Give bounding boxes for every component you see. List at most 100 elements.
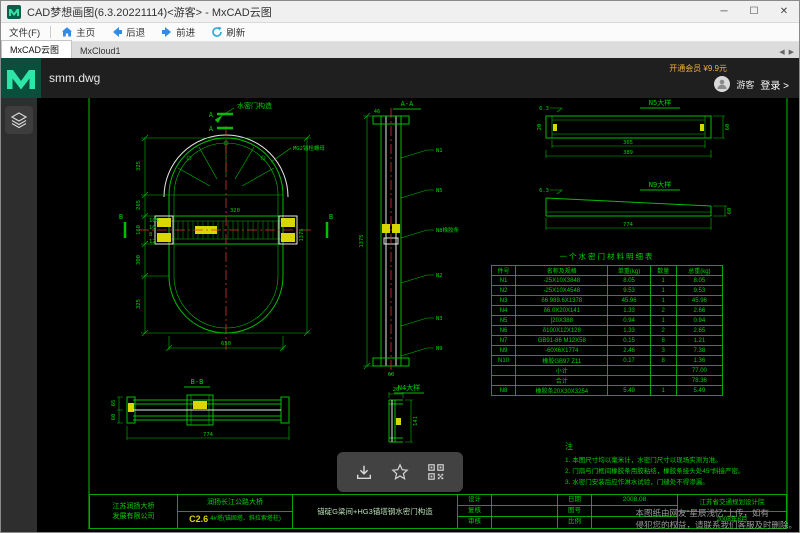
tab-mxcloud1[interactable]: MxCloud1 — [72, 44, 133, 58]
project-code-row: C2.6 4#塔(锚固塔、斜拉索塔柱) — [178, 512, 292, 529]
download-button[interactable] — [355, 463, 373, 481]
table-cell: 5.49 — [608, 386, 650, 396]
dim-label: 46 — [374, 109, 381, 115]
login-button[interactable]: 登录 > — [760, 77, 789, 92]
table-header: 总重(kg) — [676, 266, 722, 276]
table-cell: 45.96 — [608, 296, 650, 306]
weld-label: 6.3 — [539, 106, 549, 112]
table-cell: 1 — [650, 316, 676, 326]
promo-text[interactable]: 开通会员 ¥9.9元 — [669, 63, 727, 74]
dim-label: 60 — [111, 414, 117, 421]
table-header: 名称及规格 — [516, 266, 608, 276]
table-cell: 橡胶条20X30X3254 — [516, 386, 608, 396]
favorite-button[interactable] — [391, 463, 409, 481]
user-area: 游客 登录 > — [714, 76, 789, 92]
sign-label: 设计 — [458, 495, 492, 505]
detail-n5-view: N5大样 6.3 365 389 60 20 — [537, 98, 731, 158]
table-cell: 2.66 — [676, 306, 722, 316]
table-cell — [492, 376, 516, 386]
tab-mxcad-cloud[interactable]: MxCAD云图 — [1, 40, 72, 58]
table-cell: 9.53 — [676, 286, 722, 296]
menu-home[interactable]: 主页 — [53, 23, 103, 41]
watermark-line1: 本图纸由网友"星辰浅忆"上传，如有 — [635, 508, 797, 520]
titleblock-sheet-title: 锚碇G梁间+HG3锚塔钢水密门构造 — [293, 495, 458, 528]
drawing-canvas[interactable]: 325 265 160 300 325 105 10 8 12 320 650 … — [37, 98, 800, 533]
table-cell: 45.96 — [676, 296, 722, 306]
table-cell: 0.94 — [676, 316, 722, 326]
table-cell — [650, 366, 676, 376]
dim-label: 10 — [149, 225, 156, 231]
menu-file-label: 文件(F) — [9, 25, 40, 39]
notes-body: 1. 本图尺寸均以毫米计，水密门尺寸以现场实测为准。2. 门扇与门框间橡胶条用胶… — [565, 455, 783, 488]
sign-value — [492, 495, 557, 505]
dim-label: 8 — [149, 232, 152, 238]
table-header: 数量 — [650, 266, 676, 276]
dim-label: 160 — [136, 225, 142, 235]
main-door-view: 325 265 160 300 325 105 10 8 12 320 650 … — [119, 101, 333, 351]
tab-bar: MxCAD云图 MxCloud1 ◀ ▶ — [1, 42, 799, 58]
table-cell: 1 — [650, 296, 676, 306]
menu-bar: 文件(F) 主页 后退 前进 刷新 — [1, 23, 799, 42]
table-cell: -60X6X1774 — [516, 346, 608, 356]
table-cell: 8.05 — [676, 276, 722, 286]
watermark: 本图纸由网友"星辰浅忆"上传，如有 侵犯您的权益，请联系我们客服及时删除。 — [635, 508, 797, 532]
close-button[interactable]: ✕ — [769, 1, 799, 22]
dim-label: 300 — [136, 255, 142, 265]
layers-icon — [10, 111, 28, 129]
table-cell: δ6 989.6X1378 — [516, 296, 608, 306]
table-cell: 1 — [650, 276, 676, 286]
table-cell: 3 — [650, 346, 676, 356]
tab-scroll-left[interactable]: ◀ — [779, 48, 784, 56]
menu-refresh[interactable]: 刷新 — [203, 23, 253, 41]
note-line: 1. 本图尺寸均以毫米计，水密门尺寸以现场实测为准。 — [565, 455, 783, 466]
leader-label: N1 — [436, 148, 443, 154]
dim-label: 60 — [388, 372, 395, 378]
company-line1: 江苏润扬大桥 — [113, 502, 155, 511]
note-line: 2. 门扇与门框间橡胶条用胶粘结，橡胶条接头处45°斜接严密。 — [565, 466, 783, 477]
table-cell: 9.53 — [608, 286, 650, 296]
qrcode-button[interactable] — [427, 463, 445, 481]
sign-label: 审核 — [458, 517, 492, 528]
leader-label: N9 — [436, 346, 443, 352]
minimize-button[interactable]: ─ — [709, 1, 739, 22]
detail-n9-view: N9大样 6.3 60 774 — [539, 180, 733, 230]
view-title-main: 水密门构造 — [237, 101, 272, 110]
sign-value — [492, 517, 557, 528]
avatar[interactable] — [714, 76, 730, 92]
table-cell: N8 — [492, 386, 516, 396]
menu-forward-label: 前进 — [176, 25, 195, 39]
dim-label: 365 — [623, 140, 633, 146]
filename-tab[interactable]: smm.dwg — [49, 58, 100, 98]
mg-label: MG2锚栓螺母 — [293, 144, 325, 152]
sheet-title: 锚碇G梁间+HG3锚塔钢水密门构造 — [317, 507, 433, 517]
dim-label: 60 — [725, 124, 731, 131]
home-icon — [61, 26, 73, 38]
dim-label: 389 — [623, 150, 633, 156]
view-title-n9: N9大样 — [649, 180, 671, 189]
menu-refresh-label: 刷新 — [226, 25, 245, 39]
material-table-title: 一个水密门材料明细表 — [491, 251, 723, 262]
table-cell: 1 — [650, 286, 676, 296]
table-cell: GB91-86 M12X58 — [516, 336, 608, 346]
titleblock-signatures: 设计 复核 审核 — [458, 495, 558, 528]
table-cell: N5 — [492, 316, 516, 326]
section-marker-a: A — [209, 111, 214, 119]
dim-label: 265 — [136, 200, 142, 210]
avatar-icon — [716, 78, 728, 90]
dim-label: 325 — [136, 299, 142, 309]
table-header: 单重(kg) — [608, 266, 650, 276]
window-title: CAD梦想画图(6.3.20221114)<游客> - MxCAD云图 — [27, 4, 272, 20]
menu-back[interactable]: 后退 — [103, 23, 153, 41]
table-cell: -25X10X3848 — [516, 276, 608, 286]
dim-label: 774 — [623, 222, 634, 228]
table-row: N10橡胶GB97 Z110.1781.36 — [492, 356, 723, 366]
table-cell — [608, 376, 650, 386]
layers-button[interactable] — [5, 106, 33, 134]
table-cell: 1 — [650, 386, 676, 396]
maximize-button[interactable]: ☐ — [739, 1, 769, 22]
tab-scroll-right[interactable]: ▶ — [789, 48, 794, 56]
menu-file[interactable]: 文件(F) — [1, 23, 48, 41]
menu-forward[interactable]: 前进 — [153, 23, 203, 41]
table-cell: 77.00 — [676, 366, 722, 376]
dim-label: 20 — [537, 124, 543, 131]
